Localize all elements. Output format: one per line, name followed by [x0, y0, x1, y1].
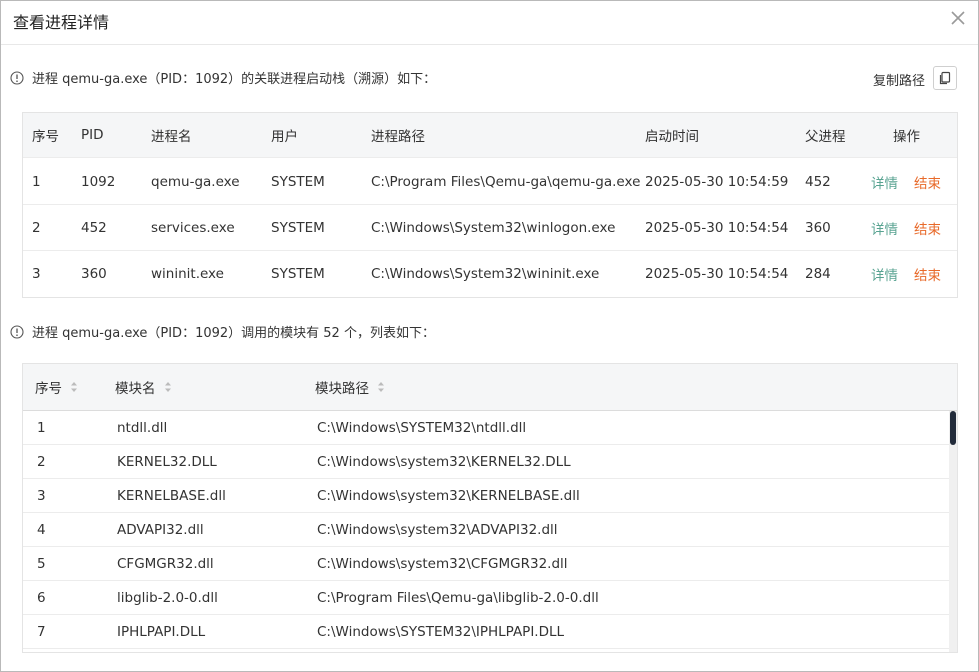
col-index[interactable]: 序号 — [35, 364, 78, 410]
table-row: 6 libglib-2.0-0.dll C:\Program Files\Qem… — [23, 581, 949, 615]
col-module-path-label: 模块路径 — [315, 381, 369, 397]
end-link[interactable]: 结束 — [914, 159, 941, 204]
table-row: 5 CFGMGR32.dll C:\Windows\system32\CFGMG… — [23, 547, 949, 581]
col-name: 进程名 — [151, 129, 192, 145]
row-index: 6 — [37, 589, 46, 606]
close-icon[interactable] — [948, 8, 968, 28]
row-module-path: C:\Windows\SYSTEM32\IPHLPAPI.DLL — [317, 623, 565, 640]
col-index-label: 序号 — [35, 381, 62, 397]
row-pid: 1092 — [81, 173, 116, 190]
row-module-path: C:\Program Files\Qemu-ga\libglib-2.0-0.d… — [317, 589, 599, 606]
table-row: 1 1092 qemu-ga.exe SYSTEM C:\Program Fil… — [23, 159, 957, 205]
module-info-text: 进程 qemu-ga.exe（PID：1092）调用的模块有 52 个，列表如下… — [32, 326, 435, 341]
copy-path-label[interactable]: 复制路径 — [873, 70, 925, 89]
row-module-name: KERNEL32.DLL — [117, 453, 217, 470]
end-link[interactable]: 结束 — [914, 251, 941, 297]
col-index: 序号 — [32, 129, 59, 145]
col-action: 操作 — [893, 129, 920, 145]
table-row: 2 KERNEL32.DLL C:\Windows\system32\KERNE… — [23, 445, 949, 479]
info-circle-icon — [10, 70, 24, 85]
row-parent: 284 — [805, 266, 831, 282]
row-index: 3 — [32, 266, 41, 282]
row-pid: 360 — [81, 266, 107, 282]
col-start-time: 启动时间 — [645, 129, 699, 145]
detail-link[interactable]: 详情 — [871, 251, 898, 297]
col-module-name-label: 模块名 — [115, 381, 156, 397]
row-index: 5 — [37, 555, 46, 572]
row-name: qemu-ga.exe — [151, 173, 240, 190]
table-row: 3 KERNELBASE.dll C:\Windows\system32\KER… — [23, 479, 949, 513]
row-index: 4 — [37, 521, 46, 538]
process-stack-table: 序号 PID 进程名 用户 进程路径 启动时间 父进程 操作 1 1092 qe… — [22, 112, 958, 298]
row-module-name: ADVAPI32.dll — [117, 521, 204, 538]
table-row: 2 452 services.exe SYSTEM C:\Windows\Sys… — [23, 205, 957, 251]
row-module-path: C:\Windows\system32\CFGMGR32.dll — [317, 555, 568, 572]
col-module-name[interactable]: 模块名 — [115, 364, 172, 410]
row-module-name: libglib-2.0-0.dll — [117, 589, 218, 606]
row-start-time: 2025-05-30 10:54:54 — [645, 219, 789, 236]
end-link[interactable]: 结束 — [914, 205, 941, 250]
row-parent: 452 — [805, 173, 831, 190]
row-path: C:\Program Files\Qemu-ga\qemu-ga.exe — [371, 173, 641, 190]
info-circle-icon — [10, 324, 24, 339]
row-start-time: 2025-05-30 10:54:59 — [645, 173, 789, 190]
sort-icon[interactable] — [377, 381, 385, 393]
table-row: 3 360 wininit.exe SYSTEM C:\Windows\Syst… — [23, 251, 957, 297]
row-module-path: C:\Windows\system32\KERNEL32.DLL — [317, 453, 571, 470]
row-parent: 360 — [805, 219, 831, 236]
col-path: 进程路径 — [371, 129, 425, 145]
row-index: 1 — [32, 173, 41, 190]
table-row: 7 IPHLPAPI.DLL C:\Windows\SYSTEM32\IPHLP… — [23, 615, 949, 649]
row-index: 7 — [37, 623, 46, 640]
module-table-scrollbar[interactable] — [949, 411, 957, 652]
row-module-name: CFGMGR32.dll — [117, 555, 214, 572]
row-name: wininit.exe — [151, 266, 224, 282]
row-pid: 452 — [81, 219, 107, 236]
table-header: 序号 模块名 模块路径 — [23, 364, 957, 411]
col-user: 用户 — [271, 129, 298, 145]
dialog-header: 查看进程详情 — [1, 1, 978, 45]
table-header: 序号 PID 进程名 用户 进程路径 启动时间 父进程 操作 — [23, 113, 957, 158]
row-module-name: IPHLPAPI.DLL — [117, 623, 206, 640]
row-index: 1 — [37, 419, 46, 436]
dialog-title: 查看进程详情 — [13, 13, 110, 32]
row-module-name: KERNELBASE.dll — [117, 487, 226, 504]
row-index: 2 — [32, 219, 41, 236]
row-start-time: 2025-05-30 10:54:54 — [645, 266, 789, 282]
row-index: 2 — [37, 453, 46, 470]
row-module-path: C:\Windows\SYSTEM32\ntdll.dll — [317, 419, 527, 436]
detail-link[interactable]: 详情 — [871, 205, 898, 250]
stack-info-text: 进程 qemu-ga.exe（PID：1092）的关联进程启动栈（溯源）如下： — [32, 72, 437, 87]
row-index: 3 — [37, 487, 46, 504]
stack-info: 进程 qemu-ga.exe（PID：1092）的关联进程启动栈（溯源）如下： — [10, 68, 436, 87]
sort-icon[interactable] — [164, 381, 172, 393]
table-row: 1 ntdll.dll C:\Windows\SYSTEM32\ntdll.dl… — [23, 411, 949, 445]
row-module-path: C:\Windows\system32\KERNELBASE.dll — [317, 487, 580, 504]
row-path: C:\Windows\System32\winlogon.exe — [371, 219, 616, 236]
scroll-thumb[interactable] — [950, 411, 956, 445]
row-user: SYSTEM — [271, 173, 325, 190]
sort-icon[interactable] — [70, 381, 78, 393]
col-parent: 父进程 — [805, 129, 846, 145]
row-user: SYSTEM — [271, 266, 325, 282]
row-module-name: ntdll.dll — [117, 419, 168, 436]
row-module-path: C:\Windows\system32\ADVAPI32.dll — [317, 521, 558, 538]
module-info: 进程 qemu-ga.exe（PID：1092）调用的模块有 52 个，列表如下… — [10, 322, 435, 341]
module-table: 序号 模块名 模块路径 1 ntdll.dll C:\Windows\SYSTE… — [22, 363, 958, 653]
col-module-path[interactable]: 模块路径 — [315, 364, 385, 410]
row-name: services.exe — [151, 219, 235, 236]
row-path: C:\Windows\System32\wininit.exe — [371, 266, 600, 282]
process-detail-dialog: 查看进程详情 进程 qemu-ga.exe（PID：1092）的关联进程启动栈（… — [0, 0, 979, 672]
copy-icon[interactable] — [933, 66, 957, 90]
col-pid: PID — [81, 127, 104, 143]
row-user: SYSTEM — [271, 219, 325, 236]
detail-link[interactable]: 详情 — [871, 159, 898, 204]
table-row: 4 ADVAPI32.dll C:\Windows\system32\ADVAP… — [23, 513, 949, 547]
